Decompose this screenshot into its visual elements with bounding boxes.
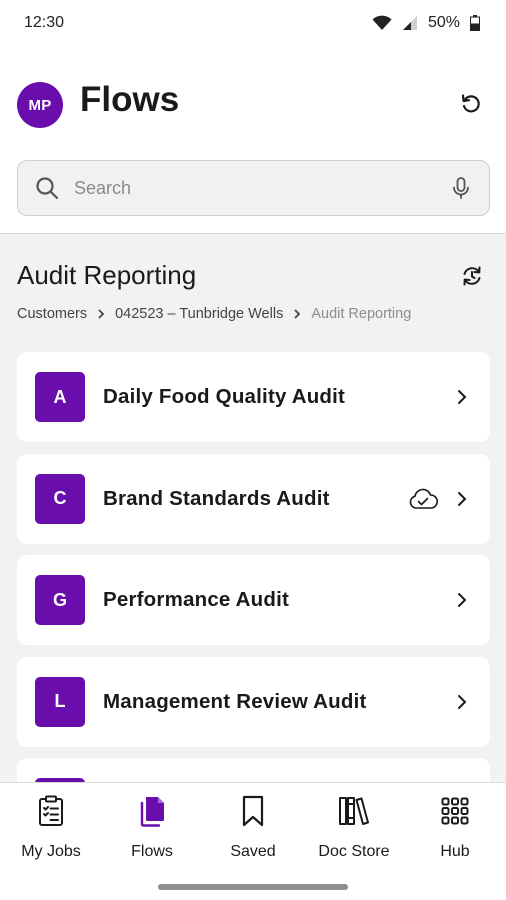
search-icon [34, 175, 60, 201]
flow-letter-badge: L [35, 676, 85, 727]
flow-letter-badge: A [35, 372, 85, 422]
flow-card-daily-food-quality-audit[interactable]: A Daily Food Quality Audit [17, 352, 490, 442]
sync-button[interactable] [458, 264, 486, 292]
flow-title: Brand Standards Audit [103, 486, 330, 510]
section-title: Audit Reporting [17, 260, 197, 290]
app-header: MP Flows [0, 46, 506, 234]
flow-card-brand-standards-audit[interactable]: C Brand Standards Audit [17, 453, 490, 544]
user-avatar[interactable]: MP [17, 82, 63, 128]
bottom-navigation: My Jobs Flows Saved Doc Store Hub [0, 782, 506, 900]
refresh-button[interactable] [456, 90, 486, 120]
chevron-right-icon [452, 389, 472, 405]
chevron-right-icon [452, 694, 472, 710]
screen: 12:30 50% MP Flows Search Audit Reportin… [0, 0, 506, 900]
flow-card-partial[interactable] [17, 758, 490, 782]
flow-list: A Daily Food Quality Audit C Brand Stand… [17, 352, 490, 782]
breadcrumb-current: Audit Reporting [311, 306, 412, 322]
home-indicator[interactable] [158, 884, 348, 890]
search-bar[interactable] [17, 160, 490, 216]
nav-item-my-jobs[interactable]: My Jobs [1, 793, 101, 861]
flow-letter-badge: C [35, 473, 85, 524]
documents-icon [138, 793, 166, 829]
breadcrumb-location[interactable]: 042523 – Tunbridge Wells [115, 306, 283, 322]
status-indicators: 50% [372, 14, 480, 32]
flow-card-performance-audit[interactable]: G Performance Audit [17, 555, 490, 645]
refresh-icon [459, 91, 483, 120]
nav-label: Flows [131, 843, 173, 860]
clipboard-icon [38, 793, 64, 829]
flow-card-management-review-audit[interactable]: L Management Review Audit [17, 656, 490, 747]
bookmark-icon [241, 793, 265, 829]
page-title: Flows [80, 80, 180, 119]
search-input[interactable] [74, 177, 449, 199]
flow-title: Performance Audit [103, 588, 290, 611]
cloud-check-icon [408, 488, 438, 510]
breadcrumb-customers[interactable]: Customers [17, 306, 87, 322]
nav-label: My Jobs [21, 843, 81, 860]
nav-item-saved[interactable]: Saved [203, 793, 303, 861]
nav-item-flows[interactable]: Flows [102, 793, 202, 861]
chevron-right-icon [293, 308, 301, 320]
flow-title: Management Review Audit [103, 689, 367, 713]
grid-icon [441, 793, 469, 829]
nav-label: Hub [440, 843, 470, 860]
wifi-icon [372, 15, 392, 31]
nav-label: Saved [230, 843, 276, 860]
nav-item-doc-store[interactable]: Doc Store [304, 793, 404, 861]
breadcrumb: Customers 042523 – Tunbridge Wells Audit… [17, 306, 411, 322]
battery-percentage: 50% [427, 14, 460, 31]
flow-title: Daily Food Quality Audit [103, 385, 346, 408]
nav-item-hub[interactable]: Hub [405, 793, 505, 861]
status-bar: 12:30 50% [0, 0, 506, 46]
chevron-right-icon [452, 592, 472, 608]
chevron-right-icon [97, 308, 105, 320]
chevron-right-icon [452, 491, 472, 507]
library-icon [338, 793, 370, 829]
sync-icon [460, 264, 484, 293]
nav-label: Doc Store [318, 843, 390, 860]
cellular-signal-icon [402, 15, 418, 31]
microphone-icon[interactable] [449, 176, 473, 200]
flow-letter-badge: G [35, 575, 85, 625]
battery-icon [470, 15, 480, 31]
status-time: 12:30 [24, 14, 65, 31]
